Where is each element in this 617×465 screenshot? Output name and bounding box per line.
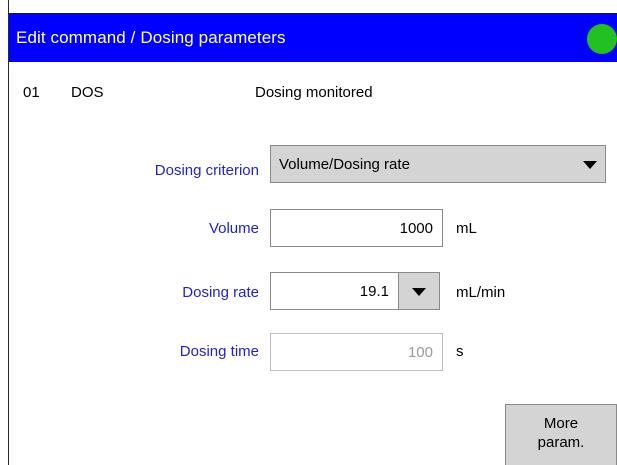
more-params-label-line2: param. [537, 434, 585, 451]
dosing-criterion-value: Volume/Dosing rate [279, 155, 410, 173]
dosing-time-label: Dosing time [179, 343, 259, 360]
dosing-time-value: 100 [407, 343, 433, 361]
chevron-down-icon [412, 288, 426, 296]
status-indicator-icon [587, 24, 617, 54]
dosing-rate-input[interactable]: 19.1 [270, 272, 399, 310]
dosing-rate-unit: mL/min [456, 284, 506, 301]
volume-label: Volume [208, 220, 259, 237]
chevron-down-icon [583, 161, 597, 169]
dosing-rate-label: Dosing rate [182, 284, 259, 301]
dosing-rate-dropdown-button[interactable] [398, 272, 440, 310]
dosing-criterion-dropdown[interactable]: Volume/Dosing rate [270, 145, 606, 183]
volume-value: 1000 [399, 219, 433, 237]
more-params-label-line1: More [543, 415, 579, 432]
dosing-time-unit: s [456, 343, 464, 360]
more-params-button[interactable]: More param. [505, 404, 617, 465]
command-number: 01 [23, 84, 40, 101]
command-name: DOS [71, 84, 104, 101]
dialog-frame: Edit command / Dosing parameters 01 DOS … [0, 0, 617, 465]
window-title: Edit command / Dosing parameters [16, 28, 286, 47]
frame-border-left [8, 0, 9, 465]
volume-input[interactable]: 1000 [270, 209, 443, 247]
command-description: Dosing monitored [255, 84, 373, 101]
dosing-criterion-label: Dosing criterion [154, 162, 259, 179]
dosing-time-input: 100 [270, 333, 443, 371]
title-bar: Edit command / Dosing parameters [9, 14, 617, 62]
dosing-rate-value: 19.1 [359, 282, 389, 300]
volume-unit: mL [456, 220, 477, 237]
